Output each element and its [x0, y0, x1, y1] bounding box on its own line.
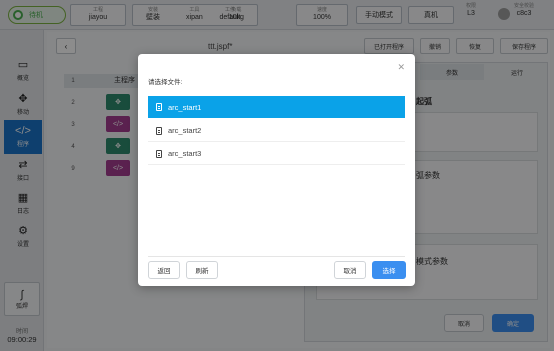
file-item-arc-start1[interactable]: arc_start1 — [148, 96, 405, 118]
refresh-button[interactable]: 刷新 — [186, 261, 218, 279]
close-icon[interactable]: ✕ — [397, 62, 405, 73]
dialog-back-button[interactable]: 返回 — [148, 261, 180, 279]
file-name: arc_start2 — [168, 126, 202, 135]
dialog-cancel-button[interactable]: 取消 — [334, 261, 366, 279]
file-item-arc-start3[interactable]: arc_start3 — [148, 143, 405, 165]
select-button[interactable]: 选择 — [372, 261, 406, 279]
file-icon — [156, 149, 162, 158]
dialog-divider — [148, 256, 405, 257]
file-select-dialog: ✕ 请选择文件: arc_start1 arc_start2 arc_start… — [138, 54, 415, 286]
dialog-title: 请选择文件: — [148, 79, 183, 86]
file-name: arc_start3 — [168, 149, 202, 158]
file-icon — [156, 103, 162, 111]
file-name: arc_start1 — [168, 102, 202, 112]
file-icon — [156, 126, 162, 135]
file-item-arc-start2[interactable]: arc_start2 — [148, 120, 405, 142]
